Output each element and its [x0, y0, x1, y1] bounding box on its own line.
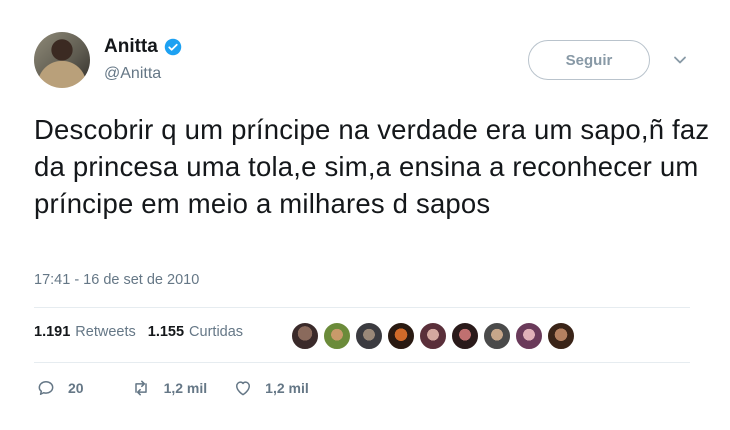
- liker-avatar[interactable]: [450, 321, 480, 351]
- like-count: 1,2 mil: [265, 380, 309, 396]
- reply-icon: [38, 381, 54, 395]
- retweets-count[interactable]: 1.191: [34, 324, 70, 340]
- liker-avatar[interactable]: [386, 321, 416, 351]
- heart-icon: [236, 381, 251, 396]
- author-handle[interactable]: @Anitta: [104, 65, 161, 83]
- engagement-stats: 1.191 Retweets 1.155 Curtidas: [34, 324, 243, 340]
- liker-avatar[interactable]: [322, 321, 352, 351]
- divider-top: [34, 307, 690, 308]
- tweet-text: Descobrir q um príncipe na verdade era u…: [34, 114, 710, 219]
- retweet-button[interactable]: 1,2 mil: [130, 378, 208, 398]
- reply-button[interactable]: 20: [36, 378, 84, 398]
- author-name-row[interactable]: Anitta: [104, 36, 182, 58]
- liker-avatar[interactable]: [418, 321, 448, 351]
- liker-avatar[interactable]: [546, 321, 576, 351]
- divider-bottom: [34, 362, 690, 363]
- retweet-icon: [134, 380, 147, 396]
- liker-avatar[interactable]: [290, 321, 320, 351]
- chevron-down-icon[interactable]: [672, 52, 688, 68]
- verified-badge-icon: [164, 38, 182, 56]
- like-button[interactable]: 1,2 mil: [233, 378, 309, 398]
- author-avatar[interactable]: [34, 32, 90, 88]
- tweet-timestamp[interactable]: 17:41 - 16 de set de 2010: [34, 272, 199, 288]
- liker-avatars: [290, 321, 578, 351]
- reply-count: 20: [68, 380, 84, 396]
- likes-count[interactable]: 1.155: [148, 324, 184, 340]
- liker-avatar[interactable]: [514, 321, 544, 351]
- likes-label[interactable]: Curtidas: [189, 324, 243, 340]
- tweet-actions: 20 1,2 mil 1,2 mil: [36, 378, 335, 398]
- retweet-count: 1,2 mil: [163, 380, 208, 396]
- follow-button[interactable]: Seguir: [528, 40, 650, 80]
- liker-avatar[interactable]: [354, 321, 384, 351]
- author-name[interactable]: Anitta: [104, 36, 158, 58]
- liker-avatar[interactable]: [482, 321, 512, 351]
- retweets-label[interactable]: Retweets: [75, 324, 135, 340]
